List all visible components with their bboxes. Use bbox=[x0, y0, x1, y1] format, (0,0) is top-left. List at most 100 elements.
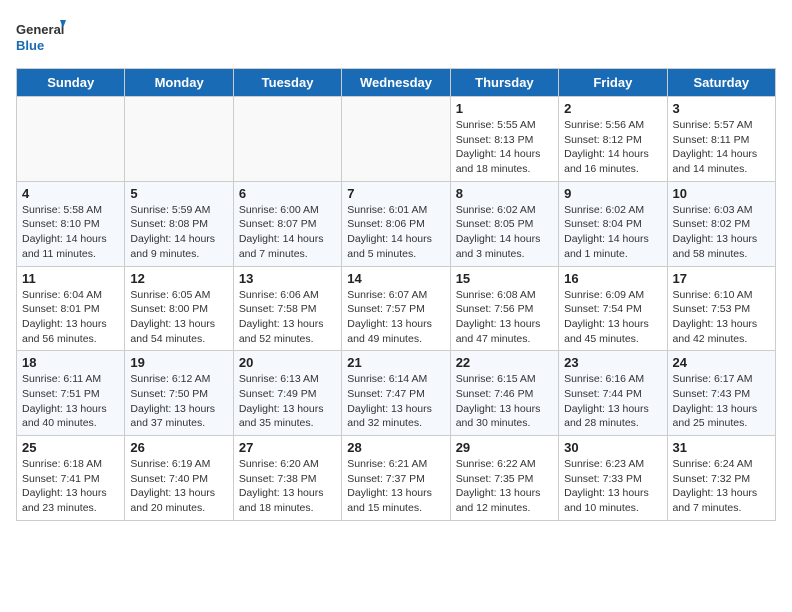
weekday-header: Tuesday bbox=[233, 69, 341, 97]
day-number: 26 bbox=[130, 440, 227, 455]
week-row: 11Sunrise: 6:04 AM Sunset: 8:01 PM Dayli… bbox=[17, 266, 776, 351]
calendar-cell: 20 Sunrise: 6:13 AM Sunset: 7:49 PM Dayli… bbox=[233, 351, 341, 436]
calendar-cell bbox=[342, 97, 450, 182]
day-info: Sunrise: 6:20 AM Sunset: 7:38 PM Dayligh… bbox=[239, 457, 336, 516]
day-info: Sunrise: 6:13 AM Sunset: 7:49 PM Dayligh… bbox=[239, 372, 336, 431]
day-info: Sunrise: 6:02 AM Sunset: 8:05 PM Dayligh… bbox=[456, 203, 553, 262]
calendar-cell: 11Sunrise: 6:04 AM Sunset: 8:01 PM Dayli… bbox=[17, 266, 125, 351]
week-row: 1 Sunrise: 5:55 AM Sunset: 8:13 PM Daylig… bbox=[17, 97, 776, 182]
calendar-cell bbox=[125, 97, 233, 182]
day-info: Sunrise: 5:58 AM Sunset: 8:10 PM Dayligh… bbox=[22, 203, 119, 262]
calendar-cell: 19Sunrise: 6:12 AM Sunset: 7:50 PM Dayli… bbox=[125, 351, 233, 436]
day-number: 25 bbox=[22, 440, 119, 455]
day-number: 31 bbox=[673, 440, 770, 455]
calendar-cell: 31 Sunrise: 6:24 AM Sunset: 7:32 PM Dayli… bbox=[667, 436, 775, 521]
calendar-cell: 14 Sunrise: 6:07 AM Sunset: 7:57 PM Dayli… bbox=[342, 266, 450, 351]
day-number: 28 bbox=[347, 440, 444, 455]
day-info: Sunrise: 6:18 AM Sunset: 7:41 PM Dayligh… bbox=[22, 457, 119, 516]
calendar-cell: 7 Sunrise: 6:01 AM Sunset: 8:06 PM Daylig… bbox=[342, 181, 450, 266]
logo: GeneralBlue bbox=[16, 16, 66, 56]
day-number: 3 bbox=[673, 101, 770, 116]
day-number: 15 bbox=[456, 271, 553, 286]
calendar-cell: 25 Sunrise: 6:18 AM Sunset: 7:41 PM Dayli… bbox=[17, 436, 125, 521]
calendar-cell: 8Sunrise: 6:02 AM Sunset: 8:05 PM Daylig… bbox=[450, 181, 558, 266]
weekday-header: Friday bbox=[559, 69, 667, 97]
day-number: 21 bbox=[347, 355, 444, 370]
calendar-cell: 22 Sunrise: 6:15 AM Sunset: 7:46 PM Dayli… bbox=[450, 351, 558, 436]
day-number: 13 bbox=[239, 271, 336, 286]
day-info: Sunrise: 6:02 AM Sunset: 8:04 PM Dayligh… bbox=[564, 203, 661, 262]
day-info: Sunrise: 6:11 AM Sunset: 7:51 PM Dayligh… bbox=[22, 372, 119, 431]
calendar-cell bbox=[17, 97, 125, 182]
calendar-cell: 5 Sunrise: 5:59 AM Sunset: 8:08 PM Daylig… bbox=[125, 181, 233, 266]
logo-svg: GeneralBlue bbox=[16, 16, 66, 56]
calendar-cell bbox=[233, 97, 341, 182]
day-number: 2 bbox=[564, 101, 661, 116]
day-number: 1 bbox=[456, 101, 553, 116]
week-row: 25 Sunrise: 6:18 AM Sunset: 7:41 PM Dayli… bbox=[17, 436, 776, 521]
weekday-header: Monday bbox=[125, 69, 233, 97]
day-info: Sunrise: 6:06 AM Sunset: 7:58 PM Dayligh… bbox=[239, 288, 336, 347]
header: GeneralBlue bbox=[16, 16, 776, 56]
day-number: 22 bbox=[456, 355, 553, 370]
day-number: 30 bbox=[564, 440, 661, 455]
day-number: 17 bbox=[673, 271, 770, 286]
calendar-cell: 10 Sunrise: 6:03 AM Sunset: 8:02 PM Dayli… bbox=[667, 181, 775, 266]
calendar-cell: 24 Sunrise: 6:17 AM Sunset: 7:43 PM Dayli… bbox=[667, 351, 775, 436]
calendar-cell: 15 Sunrise: 6:08 AM Sunset: 7:56 PM Dayli… bbox=[450, 266, 558, 351]
day-number: 11 bbox=[22, 271, 119, 286]
day-number: 14 bbox=[347, 271, 444, 286]
week-row: 4Sunrise: 5:58 AM Sunset: 8:10 PM Daylig… bbox=[17, 181, 776, 266]
day-info: Sunrise: 6:09 AM Sunset: 7:54 PM Dayligh… bbox=[564, 288, 661, 347]
day-info: Sunrise: 6:14 AM Sunset: 7:47 PM Dayligh… bbox=[347, 372, 444, 431]
day-info: Sunrise: 6:23 AM Sunset: 7:33 PM Dayligh… bbox=[564, 457, 661, 516]
day-info: Sunrise: 6:24 AM Sunset: 7:32 PM Dayligh… bbox=[673, 457, 770, 516]
week-row: 18Sunrise: 6:11 AM Sunset: 7:51 PM Dayli… bbox=[17, 351, 776, 436]
day-info: Sunrise: 5:55 AM Sunset: 8:13 PM Dayligh… bbox=[456, 118, 553, 177]
calendar-cell: 3Sunrise: 5:57 AM Sunset: 8:11 PM Daylig… bbox=[667, 97, 775, 182]
calendar-cell: 2 Sunrise: 5:56 AM Sunset: 8:12 PM Daylig… bbox=[559, 97, 667, 182]
day-number: 7 bbox=[347, 186, 444, 201]
calendar-cell: 27Sunrise: 6:20 AM Sunset: 7:38 PM Dayli… bbox=[233, 436, 341, 521]
day-number: 24 bbox=[673, 355, 770, 370]
calendar-cell: 21 Sunrise: 6:14 AM Sunset: 7:47 PM Dayli… bbox=[342, 351, 450, 436]
day-number: 10 bbox=[673, 186, 770, 201]
day-info: Sunrise: 6:08 AM Sunset: 7:56 PM Dayligh… bbox=[456, 288, 553, 347]
day-number: 5 bbox=[130, 186, 227, 201]
day-info: Sunrise: 5:59 AM Sunset: 8:08 PM Dayligh… bbox=[130, 203, 227, 262]
svg-text:General: General bbox=[16, 22, 64, 37]
calendar-cell: 12Sunrise: 6:05 AM Sunset: 8:00 PM Dayli… bbox=[125, 266, 233, 351]
day-info: Sunrise: 6:21 AM Sunset: 7:37 PM Dayligh… bbox=[347, 457, 444, 516]
day-info: Sunrise: 6:10 AM Sunset: 7:53 PM Dayligh… bbox=[673, 288, 770, 347]
day-info: Sunrise: 6:17 AM Sunset: 7:43 PM Dayligh… bbox=[673, 372, 770, 431]
calendar-cell: 1 Sunrise: 5:55 AM Sunset: 8:13 PM Daylig… bbox=[450, 97, 558, 182]
day-number: 16 bbox=[564, 271, 661, 286]
weekday-header: Saturday bbox=[667, 69, 775, 97]
day-info: Sunrise: 6:19 AM Sunset: 7:40 PM Dayligh… bbox=[130, 457, 227, 516]
day-number: 6 bbox=[239, 186, 336, 201]
day-info: Sunrise: 6:22 AM Sunset: 7:35 PM Dayligh… bbox=[456, 457, 553, 516]
day-info: Sunrise: 6:16 AM Sunset: 7:44 PM Dayligh… bbox=[564, 372, 661, 431]
calendar-cell: 13 Sunrise: 6:06 AM Sunset: 7:58 PM Dayli… bbox=[233, 266, 341, 351]
calendar-cell: 18Sunrise: 6:11 AM Sunset: 7:51 PM Dayli… bbox=[17, 351, 125, 436]
day-info: Sunrise: 6:01 AM Sunset: 8:06 PM Dayligh… bbox=[347, 203, 444, 262]
calendar-table: SundayMondayTuesdayWednesdayThursdayFrid… bbox=[16, 68, 776, 521]
header-row: SundayMondayTuesdayWednesdayThursdayFrid… bbox=[17, 69, 776, 97]
calendar-cell: 30 Sunrise: 6:23 AM Sunset: 7:33 PM Dayli… bbox=[559, 436, 667, 521]
weekday-header: Thursday bbox=[450, 69, 558, 97]
calendar-cell: 23Sunrise: 6:16 AM Sunset: 7:44 PM Dayli… bbox=[559, 351, 667, 436]
calendar-cell: 17 Sunrise: 6:10 AM Sunset: 7:53 PM Dayli… bbox=[667, 266, 775, 351]
calendar-cell: 26 Sunrise: 6:19 AM Sunset: 7:40 PM Dayli… bbox=[125, 436, 233, 521]
day-number: 9 bbox=[564, 186, 661, 201]
calendar-cell: 4Sunrise: 5:58 AM Sunset: 8:10 PM Daylig… bbox=[17, 181, 125, 266]
svg-text:Blue: Blue bbox=[16, 38, 44, 53]
day-info: Sunrise: 6:07 AM Sunset: 7:57 PM Dayligh… bbox=[347, 288, 444, 347]
day-number: 20 bbox=[239, 355, 336, 370]
day-info: Sunrise: 6:05 AM Sunset: 8:00 PM Dayligh… bbox=[130, 288, 227, 347]
day-info: Sunrise: 5:56 AM Sunset: 8:12 PM Dayligh… bbox=[564, 118, 661, 177]
day-info: Sunrise: 6:12 AM Sunset: 7:50 PM Dayligh… bbox=[130, 372, 227, 431]
day-info: Sunrise: 6:03 AM Sunset: 8:02 PM Dayligh… bbox=[673, 203, 770, 262]
calendar-cell: 9 Sunrise: 6:02 AM Sunset: 8:04 PM Daylig… bbox=[559, 181, 667, 266]
day-number: 29 bbox=[456, 440, 553, 455]
day-info: Sunrise: 6:15 AM Sunset: 7:46 PM Dayligh… bbox=[456, 372, 553, 431]
